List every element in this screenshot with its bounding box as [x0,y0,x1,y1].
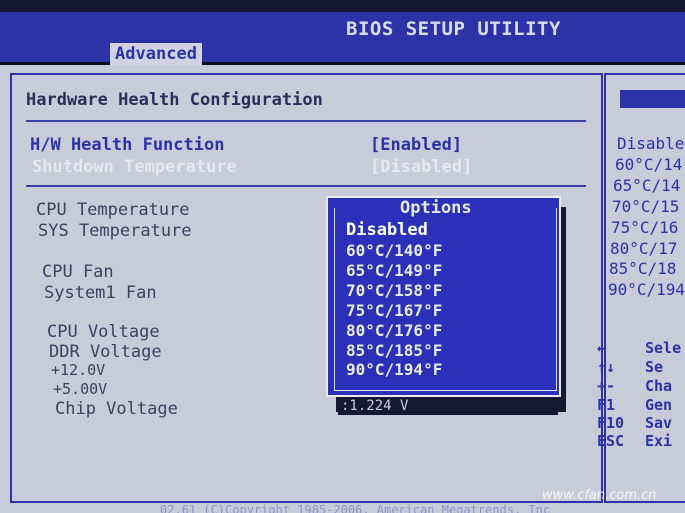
option-80c[interactable]: 80°C/176°F [346,321,442,340]
options-dropdown[interactable]: Options Disabled 60°C/140°F 65°C/149°F 7… [326,196,561,397]
help-option-80c: 80°C/17 [610,239,678,258]
copyright-footer: 02.61 (C)Copyright 1985-2006, American M… [160,503,551,513]
bios-title: BIOS SETUP UTILITY [346,18,561,40]
f1-key: F1 [597,396,616,414]
chip-voltage-label: Chip Voltage [55,399,178,419]
help-option-70c: 70°C/15 [612,197,680,216]
help-option-60c: 60°C/14 [615,155,683,174]
ddr-voltage-label: DDR Voltage [49,342,162,362]
plus12v-label: +12.0V [51,361,106,379]
top-bezel-shadow [0,0,685,12]
f10-key: F10 [597,414,625,432]
cpu-fan-label: CPU Fan [42,262,114,282]
help-select-screen: ← Sele [597,339,682,357]
settings-divider [26,185,586,187]
help-general-help: F1 Gen [597,396,673,414]
help-option-65c: 65°C/14 [613,176,681,195]
help-header-bar [620,90,685,108]
option-75c[interactable]: 75°C/167°F [346,301,442,320]
dropdown-title: Options [394,198,478,218]
watermark: www.cfan.com.cn [542,488,657,503]
option-disabled[interactable]: Disabled [346,220,428,240]
bios-screen: BIOS SETUP UTILITY Advanced Hardware Hea… [0,0,685,513]
system1-fan-label: System1 Fan [44,283,157,303]
heading-divider [26,120,586,122]
option-60c[interactable]: 60°C/140°F [346,241,442,260]
help-option-disabled: Disable [617,134,685,153]
help-save-exit: F10 Sav [597,414,673,432]
help-option-75c: 75°C/16 [611,218,679,237]
help-exit: ESC Exi [597,432,673,450]
esc-key: ESC [597,432,625,450]
hw-health-function-value[interactable]: [Enabled] [370,135,462,155]
help-option-90c: 90°C/194 [608,280,685,299]
chip-voltage-value: :1.224 V [338,398,558,415]
help-select-item: ↑↓ Se [597,358,664,376]
help-option-85c: 85°C/18 [609,259,677,278]
shutdown-temperature-value[interactable]: [Disabled] [370,157,472,177]
plus-minus-key: +- [597,377,616,395]
cpu-temperature-label: CPU Temperature [36,200,190,220]
cpu-voltage-label: CPU Voltage [47,322,160,342]
option-90c[interactable]: 90°C/194°F [346,360,442,379]
option-70c[interactable]: 70°C/158°F [346,281,442,300]
help-change-option: +- Cha [597,377,673,395]
sys-temperature-label: SYS Temperature [38,221,192,241]
left-arrow-icon: ← [597,339,607,357]
hw-health-function-label[interactable]: H/W Health Function [30,135,224,155]
shutdown-temperature-label[interactable]: Shutdown Temperature [32,157,237,177]
page-title: Hardware Health Configuration [26,90,323,110]
option-85c[interactable]: 85°C/185°F [346,341,442,360]
up-down-arrow-icon: ↑↓ [597,358,616,376]
option-65c[interactable]: 65°C/149°F [346,261,442,280]
plus5v-label: +5.00V [53,380,108,398]
tab-advanced[interactable]: Advanced [110,43,202,65]
